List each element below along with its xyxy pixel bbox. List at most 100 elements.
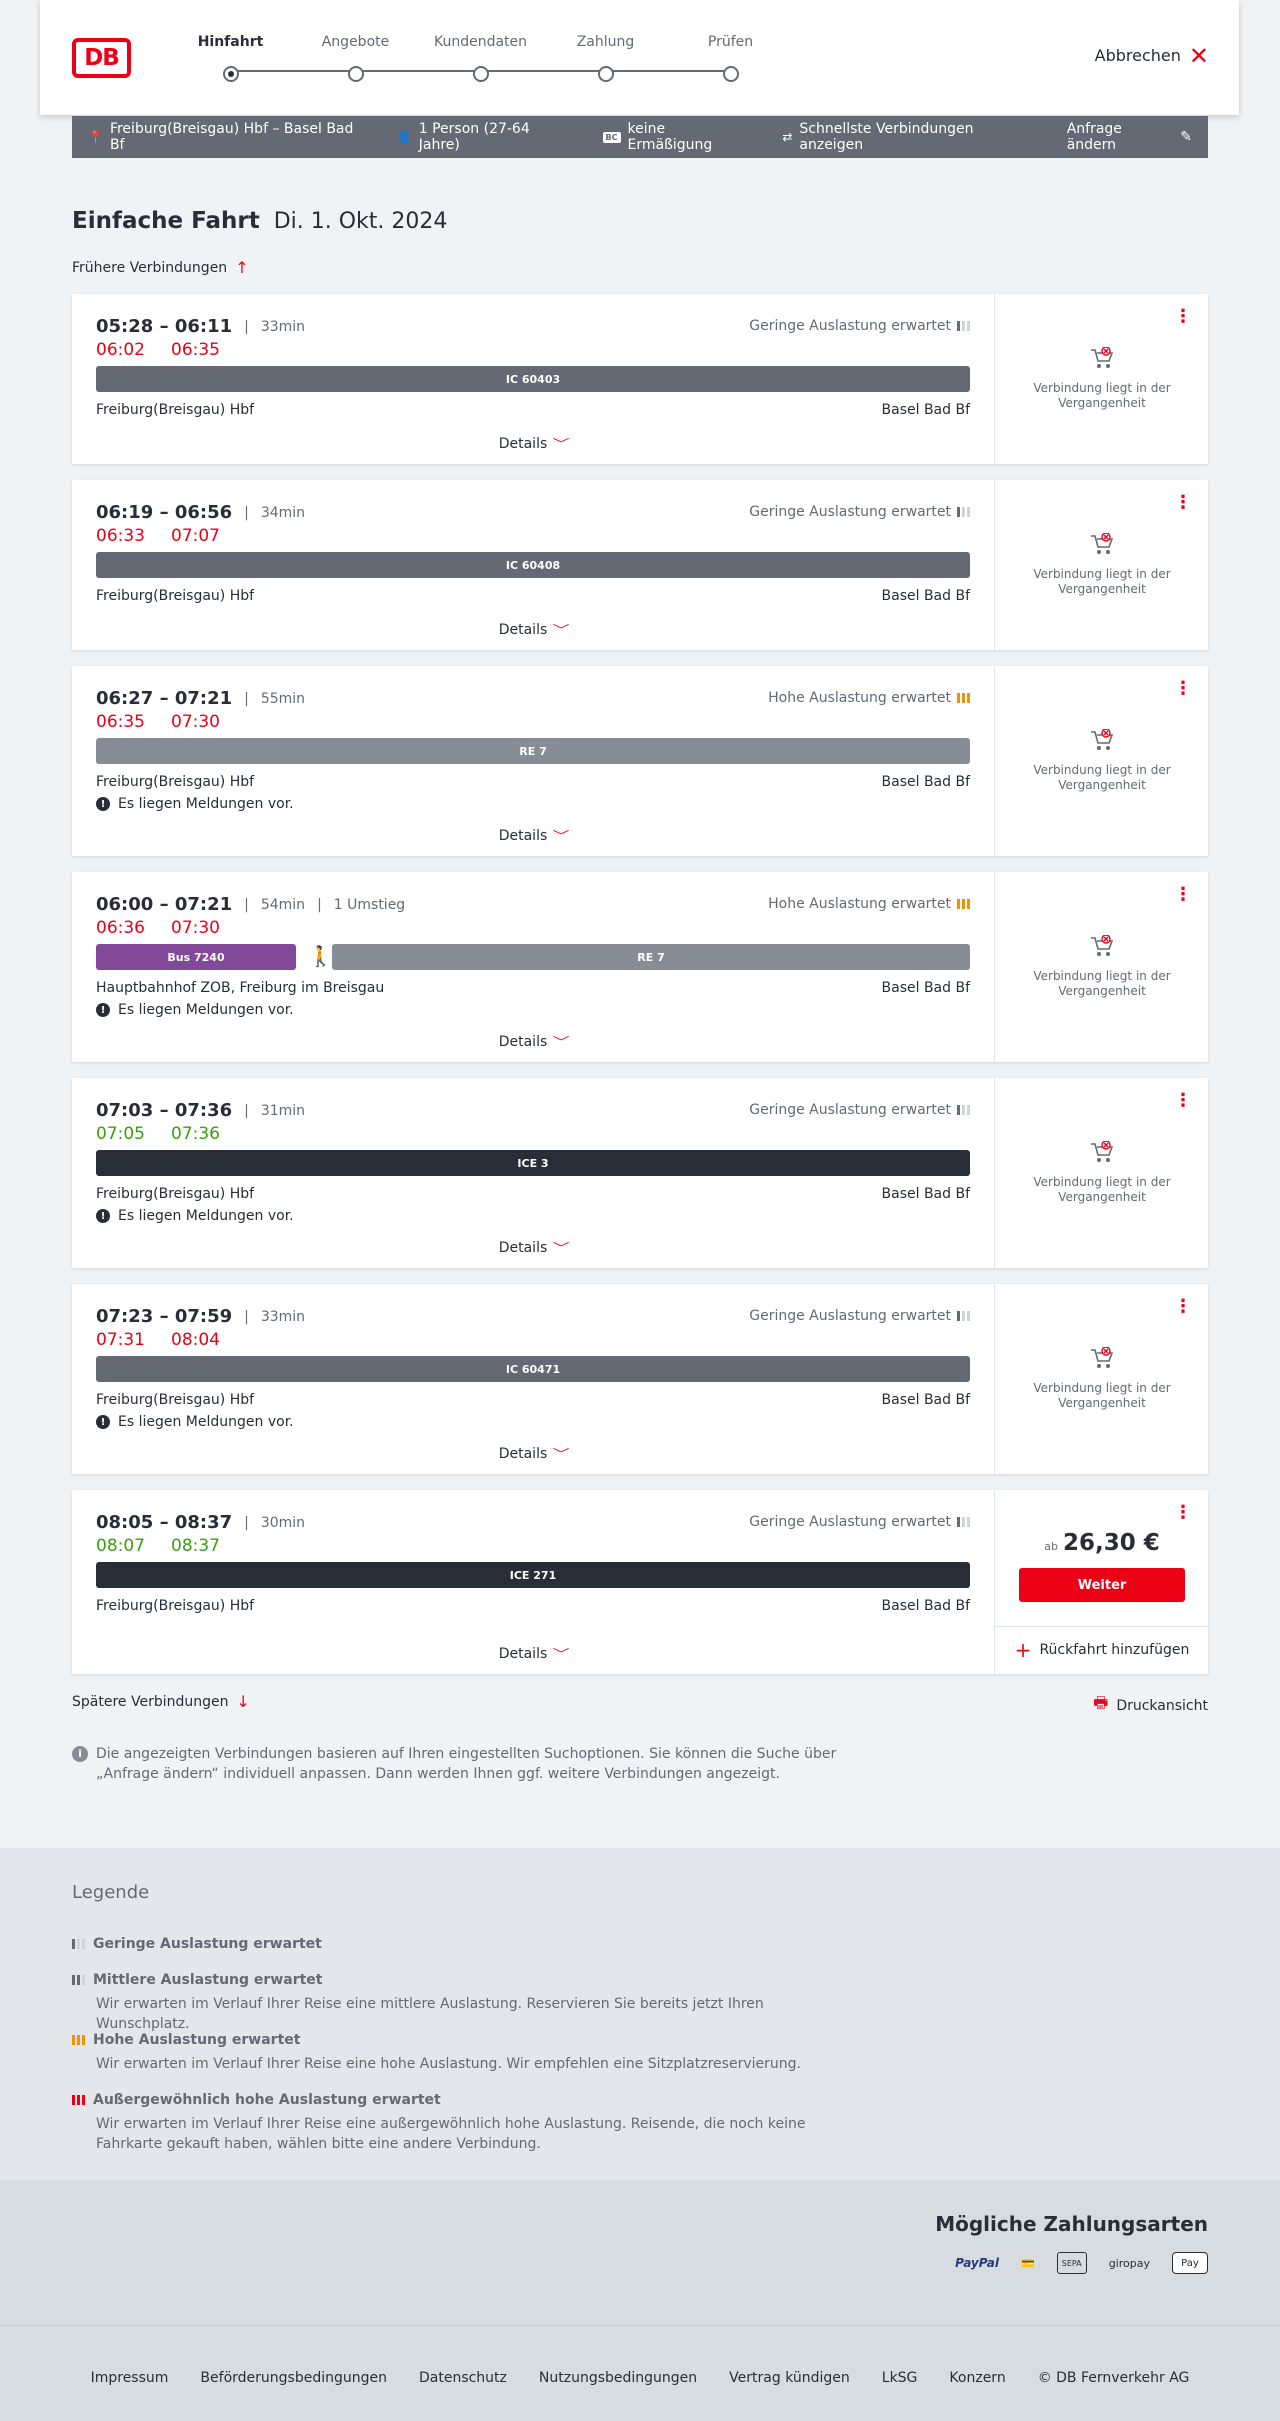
- planned-times: 05:28 – 06:11: [96, 316, 233, 337]
- footer-link-vertrag-kuendigen[interactable]: Vertrag kündigen: [729, 2370, 850, 2386]
- cancel-button[interactable]: Abbrechen ✕: [1095, 44, 1209, 68]
- footer-link-konzern[interactable]: Konzern: [949, 2370, 1005, 2386]
- more-options-icon[interactable]: ⋮: [1174, 1092, 1192, 1110]
- departure-station: Freiburg(Breisgau) Hbf: [96, 1598, 255, 1614]
- separator: |: [244, 1102, 249, 1119]
- connection-card[interactable]: 07:03 – 07:36 | 31min 07:05 07:36 Gering…: [72, 1078, 1208, 1268]
- occupancy-high-icon: [72, 2035, 85, 2045]
- realtime-arrival: 07:30: [171, 712, 220, 732]
- arrival-station: Basel Bad Bf: [881, 1186, 970, 1202]
- connection-main: 06:19 – 06:56 | 34min 06:33 07:07 Gering…: [72, 480, 994, 650]
- payment-methods-section: Mögliche Zahlungsarten PayPal 💳 SEPA gir…: [0, 2180, 1280, 2325]
- footer-link-impressum[interactable]: Impressum: [91, 2370, 169, 2386]
- earlier-connections-link[interactable]: Frühere Verbindungen ↑: [72, 258, 249, 277]
- connection-card[interactable]: 06:00 – 07:21 | 54min | 1 Umstieg 06:36 …: [72, 872, 1208, 1062]
- footer-link-datenschutz[interactable]: Datenschutz: [419, 2370, 507, 2386]
- connection-main: 08:05 – 08:37 | 30min 08:07 08:37 Gering…: [72, 1490, 994, 1674]
- realtime-times: 06:02 06:35: [96, 340, 220, 360]
- footer-link-nutzungsbedingungen[interactable]: Nutzungsbedingungen: [539, 2370, 697, 2386]
- payment-methods-title: Mögliche Zahlungsarten: [935, 2212, 1208, 2236]
- realtime-times: 06:35 07:30: [96, 712, 220, 732]
- legend-item-high: Hohe Auslastung erwartet Wir erwarten im…: [72, 2032, 852, 2074]
- connection-card[interactable]: 08:05 – 08:37 | 30min 08:07 08:37 Gering…: [72, 1490, 1209, 1674]
- realtime-times: 06:33 07:07: [96, 526, 220, 546]
- departure-station: Freiburg(Breisgau) Hbf: [96, 774, 255, 790]
- train-bar[interactable]: RE 7: [96, 738, 970, 764]
- train-bar[interactable]: ICE 3: [96, 1150, 970, 1176]
- apple-pay-label: Pay: [1181, 2257, 1199, 2269]
- booking-stepper: Hinfahrt Angebote Kundendaten Zahlung Pr…: [198, 34, 753, 84]
- realtime-departure: 06:33: [96, 526, 145, 546]
- sepa-icon: SEPA: [1056, 2252, 1087, 2274]
- edit-search-label: Anfrage ändern: [1066, 121, 1122, 153]
- giropay-icon: giropay: [1108, 2256, 1150, 2270]
- notice-text: Es liegen Meldungen vor.: [118, 1208, 294, 1224]
- realtime-arrival: 07:30: [171, 918, 220, 938]
- more-options-icon[interactable]: ⋮: [1174, 1504, 1192, 1522]
- chevron-down-icon: ﹀: [552, 437, 570, 451]
- transfer-count: 1 Umstieg: [333, 896, 406, 913]
- stations: Freiburg(Breisgau) Hbf Basel Bad Bf: [96, 402, 970, 418]
- service-notice: ! Es liegen Meldungen vor.: [96, 1208, 294, 1224]
- edit-search-button[interactable]: Anfrage ändern ✎: [1067, 121, 1192, 153]
- connection-main: 07:23 – 07:59 | 33min 07:31 08:04 Gering…: [72, 1284, 994, 1474]
- step-dot: [722, 66, 739, 82]
- separator: |: [244, 690, 249, 707]
- connection-card[interactable]: 06:27 – 07:21 | 55min 06:35 07:30 Hohe A…: [72, 666, 1208, 856]
- train-bar[interactable]: RE 7: [332, 944, 970, 970]
- connection-card[interactable]: 07:23 – 07:59 | 33min 07:31 08:04 Gering…: [72, 1284, 1208, 1474]
- realtime-departure: 08:07: [96, 1536, 145, 1556]
- continue-button[interactable]: Weiter: [1019, 1568, 1185, 1602]
- train-bar[interactable]: IC 60471: [96, 1356, 970, 1382]
- details-toggle[interactable]: Details ﹀: [72, 1239, 994, 1256]
- trip-date: Di. 1. Okt. 2024: [273, 209, 448, 234]
- footer-link-befoerderungsbedingungen[interactable]: Beförderungsbedingungen: [200, 2370, 387, 2386]
- bahncard-icon: BC: [602, 131, 621, 143]
- past-connection-notice: Verbindung liegt in der Vergangenheit: [995, 347, 1209, 411]
- connection-side: ⋮ Verbindung liegt in der Vergangenheit: [994, 294, 1208, 464]
- connection-times: 05:28 – 06:11 | 33min: [96, 316, 305, 337]
- legend-title: Legende: [72, 1882, 150, 1903]
- past-text: Verbindung liegt in der Vergangenheit: [1033, 1175, 1171, 1204]
- occupancy-text: Geringe Auslastung erwartet: [749, 1308, 951, 1324]
- details-toggle[interactable]: Details ﹀: [72, 1445, 994, 1462]
- more-options-icon[interactable]: ⋮: [1174, 1298, 1192, 1316]
- footer-link-lksg[interactable]: LkSG: [882, 2370, 918, 2386]
- notice-text: Es liegen Meldungen vor.: [118, 1002, 294, 1018]
- step-hinfahrt[interactable]: Hinfahrt: [168, 34, 293, 82]
- cart-disabled-icon: [1091, 1347, 1114, 1368]
- more-options-icon[interactable]: ⋮: [1174, 886, 1192, 904]
- occupancy-low-icon: [72, 1939, 85, 1949]
- mode-summary: ⇄ Schnellste Verbindungen anzeigen: [782, 121, 1034, 153]
- occupancy-high-icon: [957, 899, 970, 909]
- later-connections-link[interactable]: Spätere Verbindungen ↓: [72, 1692, 250, 1711]
- service-notice: ! Es liegen Meldungen vor.: [96, 796, 294, 812]
- past-text: Verbindung liegt in der Vergangenheit: [1033, 763, 1171, 792]
- arrival-station: Basel Bad Bf: [881, 774, 970, 790]
- service-notice: ! Es liegen Meldungen vor.: [96, 1414, 294, 1430]
- train-bar[interactable]: IC 60408: [96, 552, 970, 578]
- details-toggle[interactable]: Details ﹀: [72, 1645, 994, 1662]
- step-label: Prüfen: [707, 34, 754, 50]
- connection-card[interactable]: 05:28 – 06:11 | 33min 06:02 06:35 Gering…: [72, 294, 1208, 464]
- connection-card[interactable]: 06:19 – 06:56 | 34min 06:33 07:07 Gering…: [72, 480, 1208, 650]
- db-logo[interactable]: DB: [72, 38, 131, 78]
- cart-disabled-icon: [1091, 935, 1114, 956]
- more-options-icon[interactable]: ⋮: [1174, 308, 1192, 326]
- add-return-button[interactable]: + Rückfahrt hinzufügen: [995, 1626, 1209, 1672]
- bus-bar[interactable]: Bus 7240: [96, 944, 296, 970]
- printer-icon: 🖶: [1093, 1693, 1109, 1712]
- details-toggle[interactable]: Details ﹀: [72, 827, 994, 844]
- train-bar[interactable]: IC 60403: [96, 366, 970, 392]
- details-toggle[interactable]: Details ﹀: [72, 435, 994, 452]
- details-toggle[interactable]: Details ﹀: [72, 621, 994, 638]
- arrival-station: Basel Bad Bf: [881, 402, 970, 418]
- more-options-icon[interactable]: ⋮: [1174, 494, 1192, 512]
- print-view-link[interactable]: 🖶 Druckansicht: [1093, 1692, 1208, 1719]
- route-text: Freiburg(Breisgau) Hbf – Basel Bad Bf: [109, 121, 354, 153]
- more-options-icon[interactable]: ⋮: [1174, 680, 1192, 698]
- footer-copyright: © DB Fernverkehr AG: [1037, 2370, 1190, 2386]
- train-bar[interactable]: ICE 271: [96, 1562, 970, 1588]
- details-toggle[interactable]: Details ﹀: [72, 1033, 994, 1050]
- realtime-departure: 07:05: [96, 1124, 145, 1144]
